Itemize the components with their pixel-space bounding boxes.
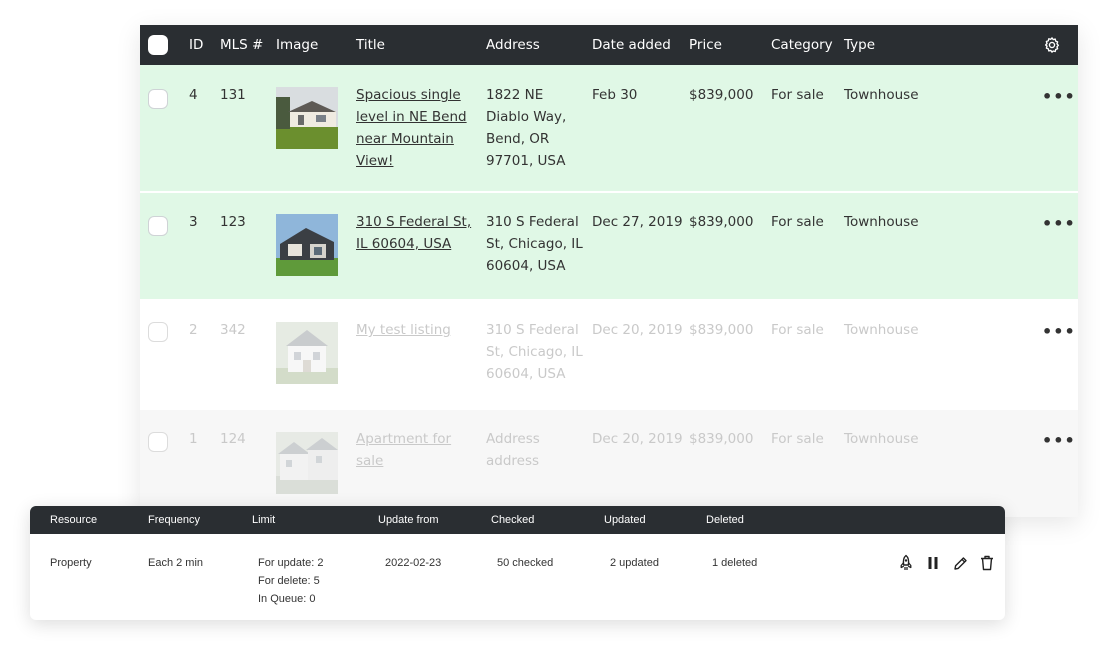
listing-mls: 123 bbox=[220, 214, 246, 230]
rocket-icon[interactable] bbox=[898, 554, 914, 572]
column-header-updated: Updated bbox=[604, 514, 646, 526]
listing-row[interactable]: 1 124 Apartment for sale Address address… bbox=[140, 410, 1078, 517]
listing-date-added: Dec 27, 2019 bbox=[592, 214, 683, 230]
import-update-from: 2022-02-23 bbox=[385, 557, 442, 569]
column-header-title[interactable]: Title bbox=[356, 37, 385, 53]
listing-id: 1 bbox=[189, 431, 198, 447]
listing-row[interactable]: 4 131 Spacious single level in NE Bend n… bbox=[140, 65, 1078, 191]
listing-id: 4 bbox=[189, 87, 198, 103]
import-schedule-panel: Resource Frequency Limit Update from Che… bbox=[30, 506, 1005, 620]
column-header-checked: Checked bbox=[491, 514, 535, 526]
listing-mls: 131 bbox=[220, 87, 246, 103]
listing-title-link[interactable]: My test listing bbox=[356, 319, 451, 341]
listing-category: For sale bbox=[771, 87, 824, 103]
listing-price: $839,000 bbox=[689, 214, 754, 230]
listing-id: 3 bbox=[189, 214, 198, 230]
listing-type: Townhouse bbox=[844, 214, 919, 230]
listing-type: Townhouse bbox=[844, 87, 919, 103]
listings-header: ID MLS # Image Title Address Date added … bbox=[140, 25, 1078, 65]
listing-address: 310 S Federal St, Chicago, IL 60604, USA bbox=[486, 214, 583, 274]
listing-thumbnail[interactable] bbox=[276, 322, 338, 384]
column-header-frequency: Frequency bbox=[148, 514, 200, 526]
import-header: Resource Frequency Limit Update from Che… bbox=[30, 506, 1005, 534]
listing-category: For sale bbox=[771, 431, 824, 447]
import-row: Property Each 2 min For update: 2 For de… bbox=[30, 534, 1005, 620]
pause-icon[interactable] bbox=[925, 554, 941, 572]
listing-thumbnail[interactable] bbox=[276, 87, 338, 149]
listing-type: Townhouse bbox=[844, 322, 919, 338]
row-actions-menu[interactable]: ••• bbox=[1042, 324, 1076, 340]
import-resource: Property bbox=[50, 557, 92, 569]
listing-row[interactable]: 3 123 310 S Federal St, IL 60604, USA 31… bbox=[140, 193, 1078, 299]
row-checkbox[interactable] bbox=[148, 322, 168, 342]
trash-icon[interactable] bbox=[979, 554, 995, 572]
import-frequency: Each 2 min bbox=[148, 557, 204, 569]
listing-category: For sale bbox=[771, 322, 824, 338]
listing-thumbnail[interactable] bbox=[276, 214, 338, 276]
listing-id: 2 bbox=[189, 322, 198, 338]
listing-mls: 124 bbox=[220, 431, 246, 447]
listing-title-link[interactable]: 310 S Federal St, IL 60604, USA bbox=[356, 211, 471, 255]
select-all-checkbox[interactable] bbox=[148, 35, 168, 55]
listing-title-link[interactable]: Apartment for sale bbox=[356, 428, 451, 472]
row-checkbox[interactable] bbox=[148, 432, 168, 452]
column-header-category[interactable]: Category bbox=[771, 37, 833, 53]
listing-address: Address address bbox=[486, 431, 540, 469]
column-header-id[interactable]: ID bbox=[189, 37, 203, 53]
listings-table: ID MLS # Image Title Address Date added … bbox=[140, 25, 1078, 517]
pencil-icon[interactable] bbox=[952, 554, 968, 572]
import-limits: For update: 2 For delete: 5 In Queue: 0 bbox=[258, 554, 323, 608]
limit-queue: In Queue: 0 bbox=[258, 593, 316, 605]
column-header-limit: Limit bbox=[252, 514, 276, 526]
row-checkbox[interactable] bbox=[148, 89, 168, 109]
column-header-deleted: Deleted bbox=[706, 514, 744, 526]
limit-delete: For delete: 5 bbox=[258, 575, 320, 587]
listing-price: $839,000 bbox=[689, 431, 754, 447]
import-updated: 2 updated bbox=[610, 557, 659, 569]
column-header-mls[interactable]: MLS # bbox=[220, 37, 263, 53]
listing-price: $839,000 bbox=[689, 87, 754, 103]
listing-row[interactable]: 2 342 My test listing 310 S Federal St, … bbox=[140, 299, 1078, 410]
listing-address: 310 S Federal St, Chicago, IL 60604, USA bbox=[486, 322, 583, 382]
listing-thumbnail[interactable] bbox=[276, 432, 338, 494]
listing-date-added: Feb 30 bbox=[592, 87, 638, 103]
column-header-price[interactable]: Price bbox=[689, 37, 722, 53]
listing-address: 1822 NE Diablo Way, Bend, OR 97701, USA bbox=[486, 87, 567, 169]
listing-title-link[interactable]: Spacious single level in NE Bend near Mo… bbox=[356, 84, 467, 172]
listing-date-added: Dec 20, 2019 bbox=[592, 322, 683, 338]
listing-category: For sale bbox=[771, 214, 824, 230]
limit-update: For update: 2 bbox=[258, 557, 324, 569]
listing-type: Townhouse bbox=[844, 431, 919, 447]
row-actions-menu[interactable]: ••• bbox=[1042, 89, 1076, 105]
column-header-resource: Resource bbox=[50, 514, 98, 526]
import-deleted: 1 deleted bbox=[712, 557, 758, 569]
settings-gear-icon[interactable] bbox=[1043, 36, 1061, 54]
column-header-update-from: Update from bbox=[378, 514, 439, 526]
listing-mls: 342 bbox=[220, 322, 246, 338]
column-header-address[interactable]: Address bbox=[486, 37, 540, 53]
column-header-type[interactable]: Type bbox=[844, 37, 875, 53]
row-actions-menu[interactable]: ••• bbox=[1042, 433, 1076, 449]
import-checked: 50 checked bbox=[497, 557, 554, 569]
row-checkbox[interactable] bbox=[148, 216, 168, 236]
row-actions-menu[interactable]: ••• bbox=[1042, 216, 1076, 232]
column-header-image: Image bbox=[276, 37, 319, 53]
listing-date-added: Dec 20, 2019 bbox=[592, 431, 683, 447]
listing-price: $839,000 bbox=[689, 322, 754, 338]
column-header-date-added[interactable]: Date added bbox=[592, 37, 671, 53]
